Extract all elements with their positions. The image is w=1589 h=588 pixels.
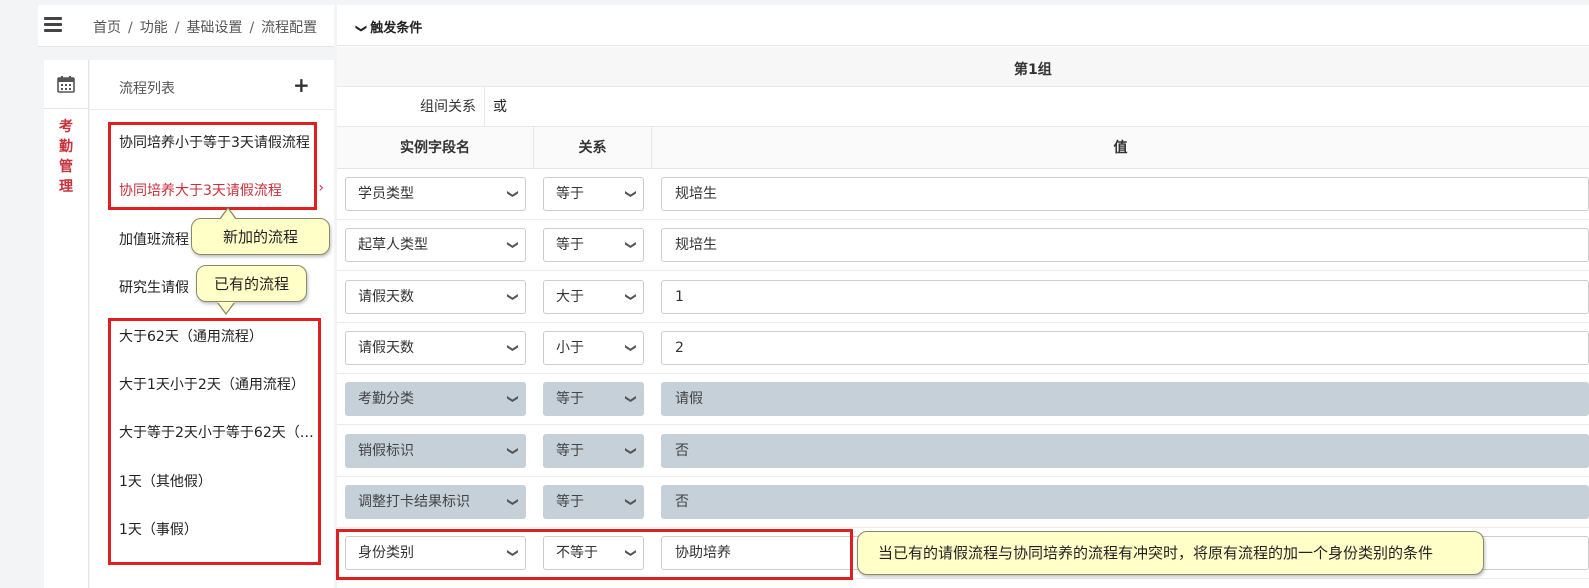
condition-row: 学员类型 ❯ 等于 ❯ 规培生	[337, 169, 1589, 220]
condition-row: 销假标识 ❯ 等于 ❯ 否	[337, 426, 1589, 477]
callout-conflict-note: 当已有的请假流程与协同培养的流程有冲突时，将原有流程的加一个身份类别的条件	[857, 531, 1484, 575]
condition-row: 请假天数 ❯ 大于 ❯ 1	[337, 272, 1589, 323]
field-select[interactable]: 起草人类型 ❯	[345, 228, 526, 263]
calendar-icon[interactable]	[56, 74, 76, 94]
chevron-down-icon: ❯	[506, 189, 520, 199]
condition-row: 起草人类型 ❯ 等于 ❯ 规培生	[337, 220, 1589, 272]
process-list-header: 流程列表 +	[90, 60, 334, 110]
group-header: 第1组	[337, 47, 1589, 87]
chevron-down-icon: ❯	[624, 394, 638, 404]
group-relation-label: 组间关系	[337, 87, 485, 127]
operator-select: 等于 ❯	[543, 382, 644, 417]
field-select[interactable]: 请假天数 ❯	[345, 279, 526, 314]
callout-existing-process: 已有的流程	[196, 265, 307, 315]
chevron-down-icon: ❯	[624, 291, 638, 302]
top-bar: 首页 / 功能 / 基础设置 / 流程配置	[38, 5, 334, 47]
highlight-identity-condition	[336, 529, 853, 580]
chevron-down-icon: ❯	[506, 343, 520, 353]
value-input[interactable]: 1	[661, 279, 1589, 314]
condition-row: 请假天数 ❯ 小于 ❯ 2	[337, 323, 1589, 374]
chevron-down-icon: ❯	[506, 240, 520, 250]
app-root: 首页 / 功能 / 基础设置 / 流程配置 考 勤 管 理 流程列表 + 协同培养小于等于3…	[0, 0, 1589, 588]
column-header-relation: 关系	[534, 127, 652, 169]
value-input: 请假	[661, 382, 1589, 417]
chevron-down-icon: ❯	[506, 497, 520, 507]
value-input[interactable]: 规培生	[661, 228, 1589, 263]
callout-pointer	[217, 302, 235, 315]
chevron-down-icon: ❯	[506, 394, 520, 404]
module-attendance-management[interactable]: 考 勤 管 理	[59, 117, 73, 197]
chevron-down-icon: ❯	[624, 445, 638, 456]
trigger-header: ❯ 触发条件	[337, 5, 1589, 46]
operator-select[interactable]: 等于 ❯	[543, 228, 644, 263]
field-select: 考勤分类 ❯	[345, 382, 526, 417]
operator-select[interactable]: 等于 ❯	[543, 177, 644, 211]
operator-select[interactable]: 小于 ❯	[543, 330, 644, 365]
chevron-down-icon: ❯	[355, 23, 369, 34]
callout-pointer	[219, 207, 237, 220]
field-select[interactable]: 学员类型 ❯	[345, 177, 526, 211]
operator-select: 等于 ❯	[543, 484, 644, 519]
breadcrumb-home[interactable]: 首页	[93, 20, 121, 36]
chevron-down-icon: ❯	[506, 291, 520, 302]
value-input[interactable]: 2	[661, 330, 1589, 365]
condition-table-header: 实例字段名 关系 值	[337, 127, 1589, 169]
highlight-existing-process	[108, 318, 321, 565]
condition-row: 考勤分类 ❯ 等于 ❯ 请假	[337, 374, 1589, 426]
chevron-down-icon: ❯	[624, 497, 638, 507]
chevron-down-icon: ❯	[624, 189, 638, 199]
trigger-collapse-toggle[interactable]: ❯ 触发条件	[355, 17, 422, 36]
column-header-field: 实例字段名	[337, 127, 534, 169]
highlight-new-process	[108, 122, 317, 210]
menu-toggle-icon[interactable]	[44, 17, 62, 33]
callout-new-process: 新加的流程	[191, 207, 330, 255]
chevron-down-icon: ❯	[624, 240, 638, 250]
group-title: 第1组	[1014, 62, 1052, 78]
plus-icon[interactable]: +	[293, 73, 310, 97]
field-select: 销假标识 ❯	[345, 433, 526, 468]
process-list-title: 流程列表	[119, 81, 175, 97]
breadcrumb: 首页 / 功能 / 基础设置 / 流程配置	[93, 20, 318, 36]
module-rail: 考 勤 管 理	[44, 60, 89, 588]
breadcrumb-basic-settings[interactable]: 基础设置	[186, 20, 242, 36]
group-relation-value: 或	[493, 99, 507, 115]
field-select: 调整打卡结果标识 ❯	[345, 484, 526, 519]
value-input[interactable]: 规培生	[661, 177, 1589, 211]
value-input: 否	[661, 484, 1589, 519]
group-relation-row: 组间关系 或	[337, 87, 1589, 127]
chevron-down-icon: ❯	[624, 343, 638, 353]
rail-divider	[44, 108, 89, 109]
column-header-value: 值	[1113, 140, 1128, 156]
chevron-down-icon: ❯	[506, 445, 520, 456]
trigger-config-panel: ❯ 触发条件 第1组 组间关系 或 实例字段名 关系 值 学员类型 ❯ 等于 ❯ 规培生起…	[337, 5, 1589, 588]
breadcrumb-function[interactable]: 功能	[140, 20, 168, 36]
operator-select: 等于 ❯	[543, 433, 644, 468]
breadcrumb-process-config: 流程配置	[261, 20, 318, 36]
chevron-right-icon: ›	[318, 180, 324, 196]
value-input: 否	[661, 433, 1589, 468]
condition-row: 调整打卡结果标识 ❯ 等于 ❯ 否	[337, 477, 1589, 528]
operator-select[interactable]: 大于 ❯	[543, 279, 644, 314]
field-select[interactable]: 请假天数 ❯	[345, 330, 526, 365]
